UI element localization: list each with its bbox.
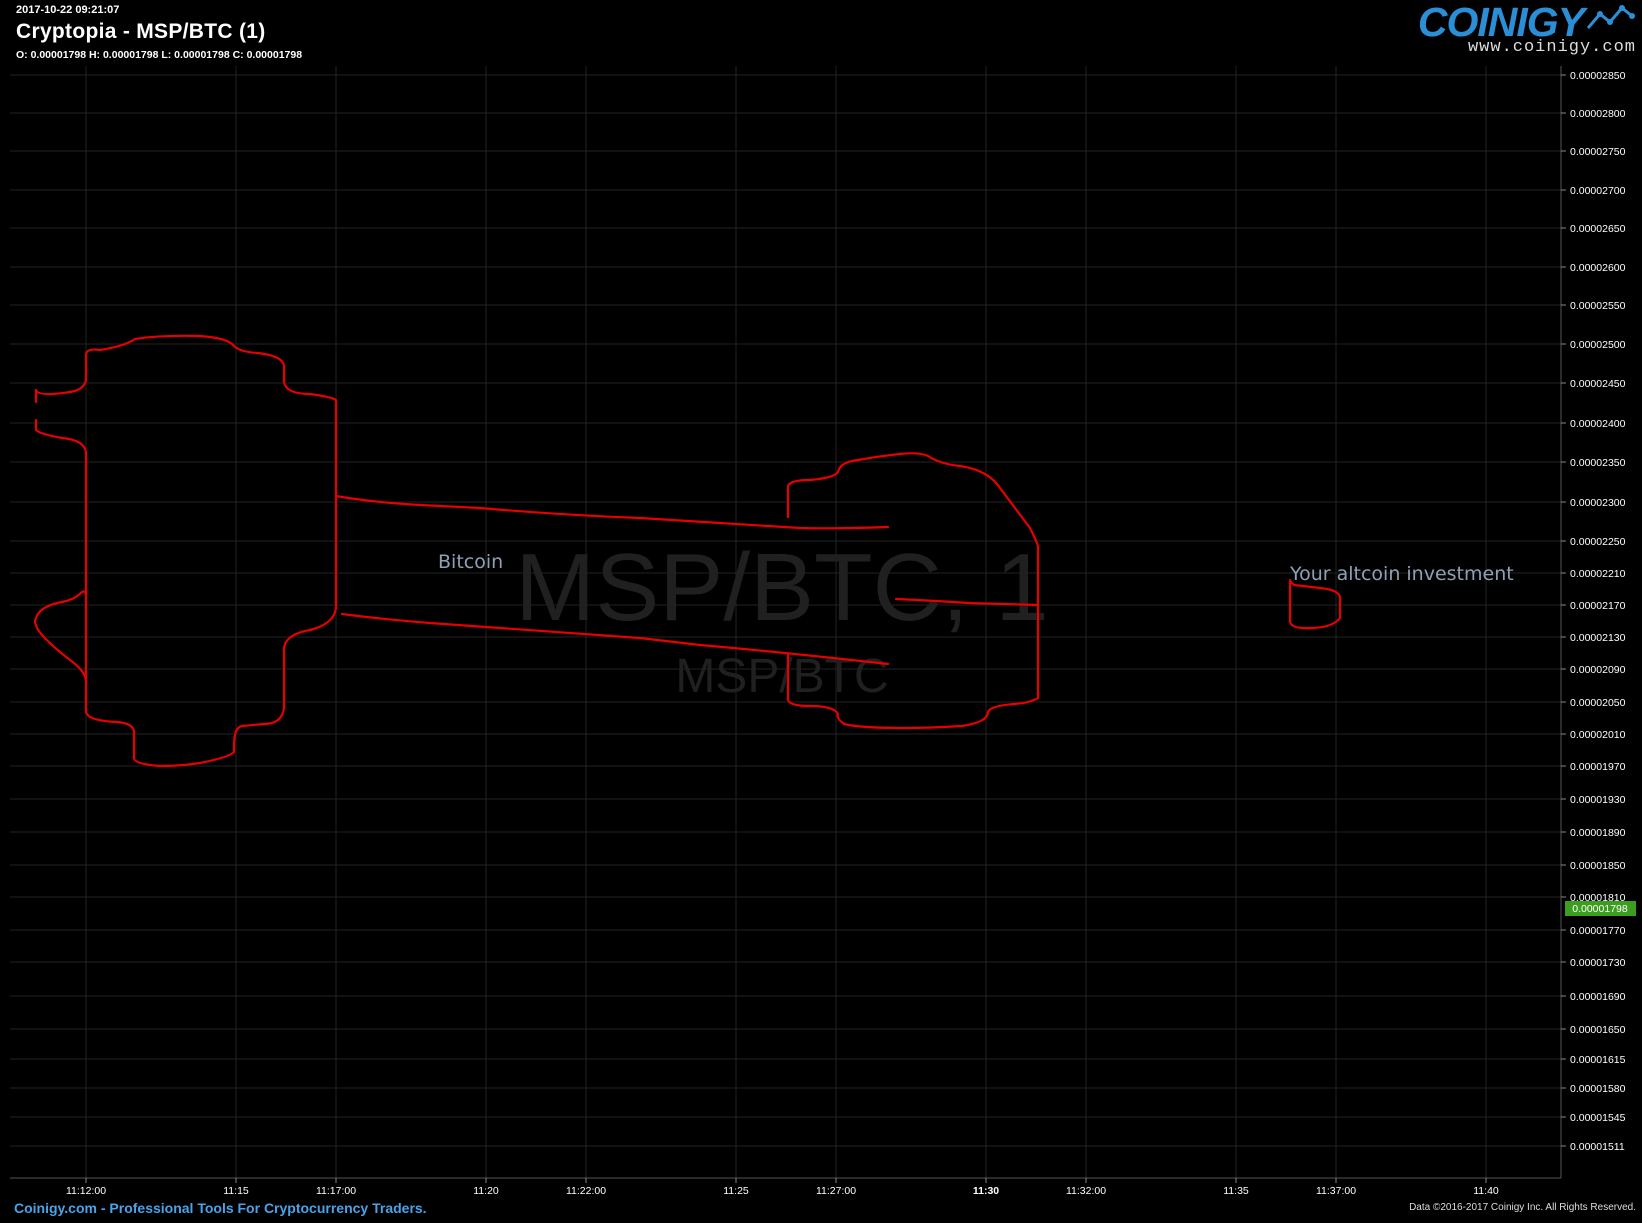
y-tick-label: 0.00002250	[1570, 536, 1626, 548]
x-tick-label: 11:22:00	[566, 1185, 606, 1197]
x-tick-label: 11:12:00	[66, 1185, 106, 1197]
y-tick-label: 0.00001930	[1570, 794, 1626, 806]
x-tick-label: 11:30	[973, 1185, 999, 1197]
current-price-badge: 0.00001798	[1565, 901, 1636, 916]
x-tick-label: 11:17:00	[316, 1185, 356, 1197]
y-tick-label: 0.00001890	[1570, 827, 1626, 839]
y-tick-label: 0.00002130	[1570, 632, 1626, 644]
y-tick-label: 0.00002800	[1570, 108, 1626, 120]
x-tick-label: 11:37:00	[1316, 1185, 1356, 1197]
hammer-head-outline	[33, 334, 338, 768]
x-axis: 11:12:00 11:15 11:17:00 11:20 11:22:00 11:25 1…	[66, 1178, 1499, 1197]
x-tick-label: 11:27:00	[816, 1185, 856, 1197]
y-tick-label: 0.00002650	[1570, 223, 1626, 235]
y-tick-label: 0.00002850	[1570, 70, 1626, 82]
x-tick-label: 11:25	[723, 1185, 749, 1197]
x-tick-label: 11:32:00	[1066, 1185, 1106, 1197]
y-tick-label: 0.00002700	[1570, 185, 1626, 197]
annotation-bitcoin: Bitcoin	[438, 551, 503, 573]
y-tick-label: 0.00002750	[1570, 146, 1626, 158]
chart-watermark: MSP/BTC, 1 MSP/BTC	[515, 534, 1048, 703]
y-tick-label: 0.00001511	[1570, 1141, 1625, 1153]
y-tick-label: 0.00002300	[1570, 497, 1626, 509]
y-tick-label: 0.00001650	[1570, 1024, 1626, 1036]
y-tick-label: 0.00002550	[1570, 300, 1626, 312]
footer-tagline-link[interactable]: Coinigy.com - Professional Tools For Cry…	[14, 1200, 427, 1216]
y-tick-label: 0.00002050	[1570, 697, 1626, 709]
x-tick-label: 11:35	[1223, 1185, 1249, 1197]
y-tick-label: 0.00002010	[1570, 729, 1626, 741]
y-tick-label: 0.00002500	[1570, 339, 1626, 351]
y-tick-label: 0.00001730	[1570, 957, 1626, 969]
hammer-handle-top	[334, 494, 890, 530]
y-tick-label: 0.00001690	[1570, 991, 1626, 1003]
altcoin-tiny-hammer	[1288, 578, 1342, 630]
y-axis: 0.00002850 0.00002800 0.00002750 0.00002700…	[1561, 70, 1626, 1153]
y-tick-label: 0.00002090	[1570, 664, 1626, 676]
x-tick-label: 11:15	[223, 1185, 249, 1197]
watermark-main: MSP/BTC, 1	[515, 534, 1048, 641]
current-price-label: 0.00001798	[1572, 903, 1628, 915]
y-tick-label: 0.00002600	[1570, 262, 1626, 274]
y-tick-label: 0.00002350	[1570, 457, 1626, 469]
x-tick-label: 11:40	[1473, 1185, 1499, 1197]
watermark-sub: MSP/BTC	[675, 650, 888, 703]
y-tick-label: 0.00001850	[1570, 860, 1626, 872]
price-chart[interactable]: MSP/BTC, 1 MSP/BTC 0.000028500.000028000…	[0, 0, 1642, 1223]
y-tick-label: 0.00001580	[1570, 1083, 1626, 1095]
annotation-altcoin: Your altcoin investment	[1289, 563, 1514, 585]
y-tick-label: 0.00001615	[1570, 1054, 1626, 1066]
footer-copyright: Data ©2016-2017 Coinigy Inc. All Rights …	[1409, 1202, 1636, 1213]
y-tick-label: 0.00002210	[1570, 568, 1626, 580]
x-tick-label: 11:20	[473, 1185, 499, 1197]
y-tick-label: 0.00002400	[1570, 418, 1626, 430]
y-tick-label: 0.00002450	[1570, 378, 1626, 390]
y-tick-label: 0.00001545	[1570, 1112, 1626, 1124]
y-tick-label: 0.00002170	[1570, 600, 1626, 612]
y-tick-label: 0.00001970	[1570, 761, 1626, 773]
y-tick-label: 0.00001770	[1570, 925, 1626, 937]
